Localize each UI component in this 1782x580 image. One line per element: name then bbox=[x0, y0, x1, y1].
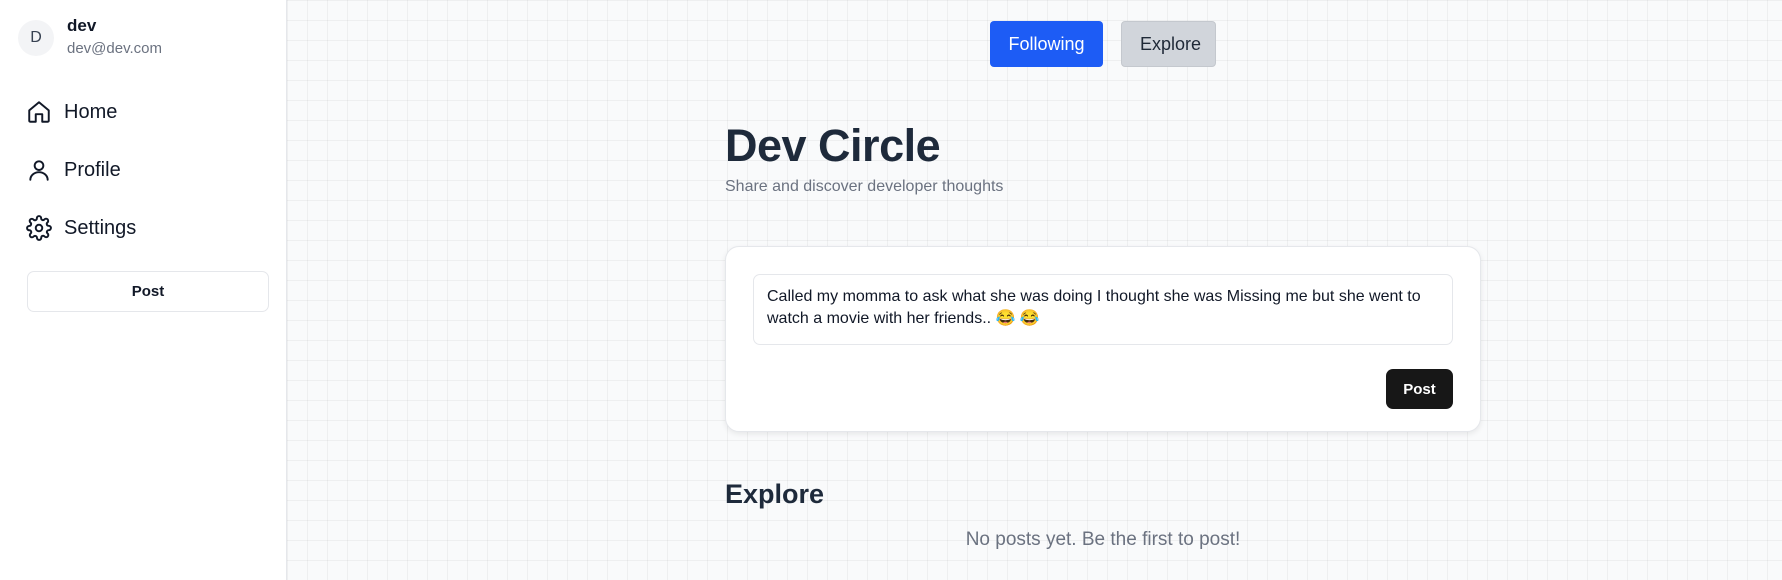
sidebar-post-button[interactable]: Post bbox=[27, 271, 269, 312]
content-column: Dev Circle Share and discover developer … bbox=[725, 118, 1481, 551]
sidebar-item-settings[interactable]: Settings bbox=[18, 199, 268, 257]
sidebar-item-label: Profile bbox=[64, 158, 121, 181]
tab-following[interactable]: Following bbox=[990, 21, 1103, 67]
composer-actions: Post bbox=[753, 369, 1453, 409]
post-button[interactable]: Post bbox=[1386, 369, 1453, 409]
avatar: D bbox=[18, 19, 54, 56]
sidebar-item-profile[interactable]: Profile bbox=[18, 141, 268, 199]
feed-tabs: Following Explore bbox=[990, 21, 1216, 67]
user-icon bbox=[26, 157, 52, 183]
sidebar-item-label: Home bbox=[64, 100, 118, 123]
main-content: Following Explore Dev Circle Share and d… bbox=[287, 0, 1782, 580]
page-subtitle: Share and discover developer thoughts bbox=[725, 178, 1004, 195]
post-composer: Called my momma to ask what she was doin… bbox=[725, 246, 1481, 432]
feed-section-title: Explore bbox=[725, 479, 825, 509]
user-card: D dev dev@dev.com bbox=[18, 16, 268, 59]
sidebar-item-home[interactable]: Home bbox=[18, 83, 268, 141]
user-name: dev bbox=[67, 16, 97, 35]
empty-feed-message: No posts yet. Be the first to post! bbox=[965, 529, 1241, 550]
post-input[interactable]: Called my momma to ask what she was doin… bbox=[753, 274, 1453, 345]
tab-explore[interactable]: Explore bbox=[1121, 21, 1216, 67]
user-info: dev dev@dev.com bbox=[67, 16, 162, 59]
app: D dev dev@dev.com Home Profile Settings … bbox=[0, 0, 1782, 580]
page-title: Dev Circle bbox=[725, 120, 941, 171]
gear-icon bbox=[26, 215, 52, 241]
home-icon bbox=[26, 99, 52, 125]
user-email: dev@dev.com bbox=[67, 40, 162, 57]
sidebar-item-label: Settings bbox=[64, 216, 137, 239]
sidebar-nav: Home Profile Settings bbox=[18, 83, 268, 257]
sidebar: D dev dev@dev.com Home Profile Settings … bbox=[0, 0, 287, 580]
